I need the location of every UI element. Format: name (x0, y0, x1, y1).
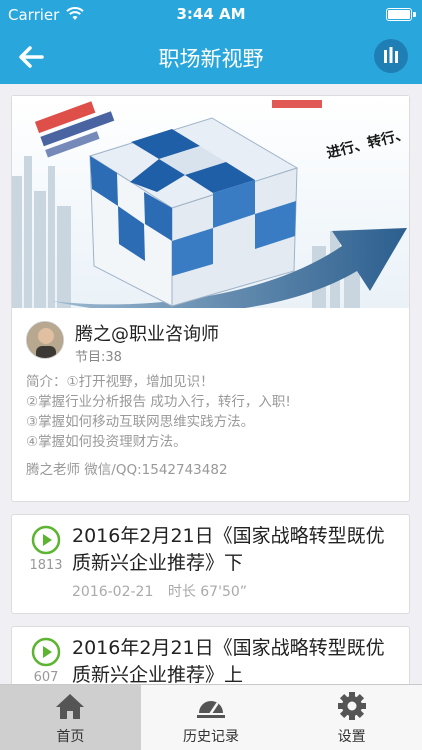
play-count: 1813 (29, 558, 63, 573)
tab-bar: 首页 历史记录 设置 (0, 684, 422, 750)
episode-duration: 时长 67'50” (167, 584, 248, 600)
play-icon[interactable] (31, 637, 61, 667)
episode-title: 2016年2月21日《国家战略转型既优质新兴企业推荐》上 (72, 637, 385, 684)
episode-meta: 2016-02-21 时长 67'50” (72, 581, 257, 601)
author-name: 腾之@职业咨询师 (75, 324, 219, 345)
tab-home[interactable]: 首页 (0, 685, 141, 750)
tab-label: 历史记录 (183, 729, 239, 745)
episode-item[interactable]: 607 2016年2月21日《国家战略转型既优质新兴企业推荐》上 (11, 626, 410, 684)
contact-info: 腾之老师 微信/QQ:1542743482 (26, 462, 228, 478)
content-scroll[interactable]: 进行、转行、入 腾之@职业咨询师 节目:38 简介：①打开视野，增加见识！ ②掌… (0, 84, 422, 684)
clock: 3:44 AM (176, 5, 246, 23)
episode-date: 2016-02-21 (72, 584, 154, 600)
episode-count: 节目:38 (75, 350, 122, 365)
intro-line: 简介：①打开视野，增加见识！ (26, 374, 214, 390)
page-title: 职场新视野 (158, 47, 264, 71)
tab-settings[interactable]: 设置 (281, 685, 422, 750)
intro-line: ②掌握行业分析报告 成功入行，转行，入职! (26, 394, 291, 410)
episode-title: 2016年2月21日《国家战略转型既优质新兴企业推荐》下 (72, 525, 385, 574)
program-card: 进行、转行、入 腾之@职业咨询师 节目:38 简介：①打开视野，增加见识！ ②掌… (11, 95, 410, 502)
program-intro: 简介：①打开视野，增加见识！ ②掌握行业分析报告 成功入行，转行，入职! ③掌握… (26, 372, 401, 452)
episode-item[interactable]: 1813 2016年2月21日《国家战略转型既优质新兴企业推荐》下 2016-0… (11, 514, 410, 614)
history-icon (197, 701, 225, 718)
tab-label: 首页 (56, 729, 85, 745)
status-bar: Carrier 3:44 AM (0, 0, 422, 30)
tab-history[interactable]: 历史记录 (141, 685, 282, 750)
bar-chart-icon (384, 47, 398, 63)
intro-line: ③掌握如何移动互联网思维实践方法。 (26, 414, 255, 430)
intro-line: ④掌握如何投资理财方法。 (26, 434, 187, 450)
avatar[interactable] (26, 321, 64, 359)
program-banner: 进行、转行、入 (12, 96, 409, 308)
tab-label: 设置 (337, 729, 366, 745)
play-count: 607 (33, 670, 59, 684)
home-icon (56, 694, 85, 719)
settings-icon (337, 692, 366, 720)
battery-icon (386, 8, 416, 21)
play-icon[interactable] (31, 525, 61, 555)
stats-button[interactable] (374, 39, 408, 73)
navigation-bar: 职场新视野 (0, 30, 422, 84)
